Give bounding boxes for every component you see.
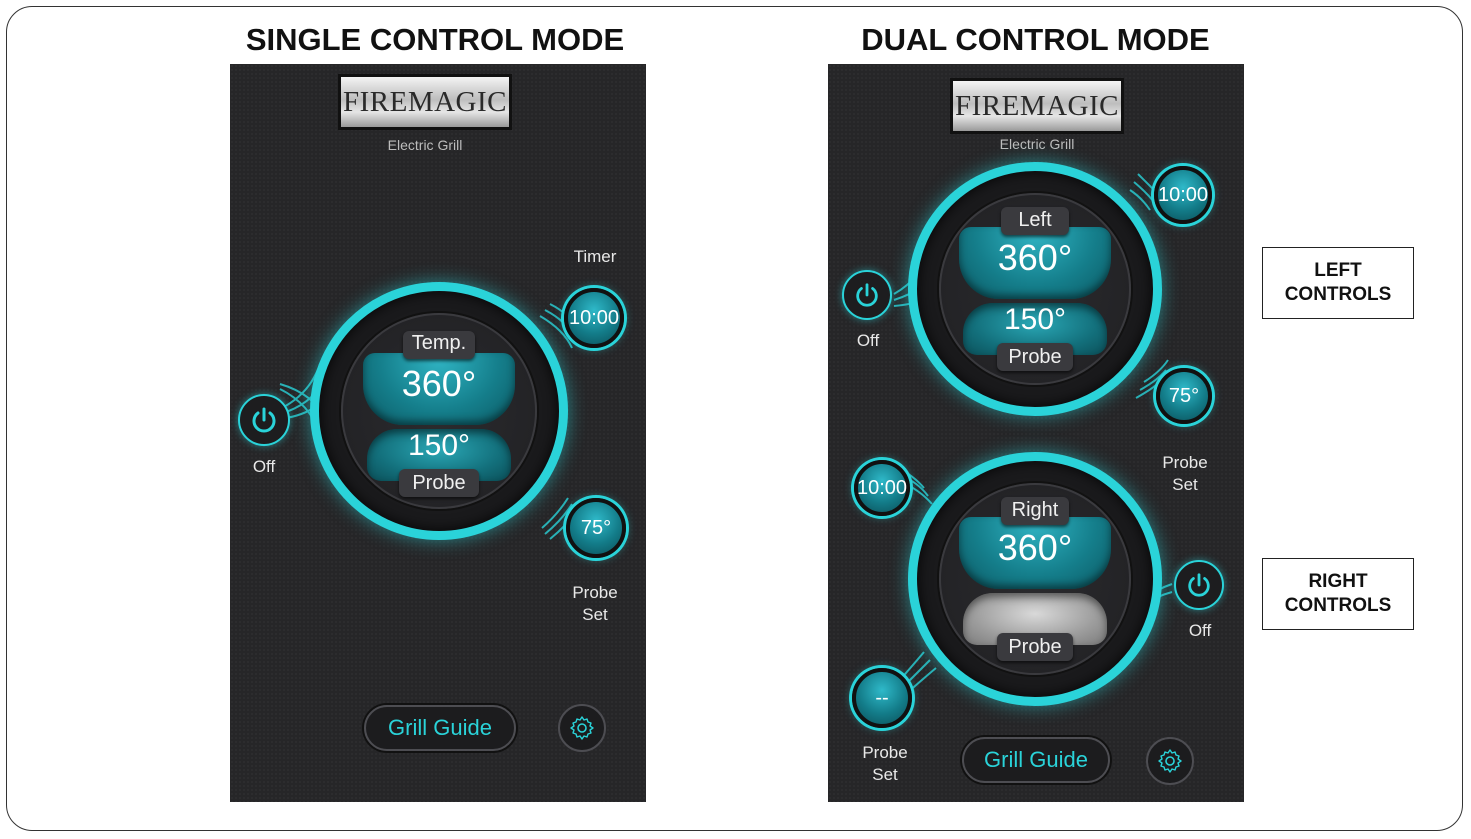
timer-button[interactable]: 10:00 bbox=[564, 288, 624, 348]
right-timer-value: 10:00 bbox=[856, 476, 908, 499]
settings-button[interactable] bbox=[558, 704, 606, 752]
right-power-label: Off bbox=[1188, 621, 1212, 640]
outer-frame bbox=[6, 6, 1463, 831]
gear-icon bbox=[1158, 749, 1182, 773]
left-probe-set-label-line2: Set bbox=[1172, 475, 1198, 494]
dial-label: Temp. bbox=[411, 332, 467, 354]
right-temperature-dial[interactable]: Right 360° Probe bbox=[908, 452, 1162, 706]
power-icon bbox=[1188, 573, 1210, 597]
left-timer-button[interactable]: 10:00 bbox=[1154, 166, 1212, 224]
right-probe-set-button[interactable]: -- bbox=[852, 668, 912, 728]
left-power-button[interactable] bbox=[842, 270, 892, 320]
probe-set-value: 75° bbox=[580, 516, 612, 539]
left-power-label: Off bbox=[856, 331, 880, 350]
single-control-screen: FIREMAGIC Electric Grill Timer 10:00 Tem… bbox=[230, 64, 646, 802]
power-label: Off bbox=[252, 457, 276, 476]
probe-set-button[interactable]: 75° bbox=[566, 498, 626, 558]
grill-guide-label: Grill Guide bbox=[984, 747, 1088, 772]
right-probe-set-label-line2: Set bbox=[872, 765, 898, 784]
left-controls-callout: LEFT CONTROLS bbox=[1262, 247, 1414, 319]
left-probe-label: Probe bbox=[1008, 346, 1062, 368]
power-button[interactable] bbox=[238, 394, 290, 446]
gear-icon bbox=[570, 716, 594, 740]
set-temperature: 360° bbox=[401, 363, 477, 404]
left-callout-line1: LEFT bbox=[1314, 260, 1362, 281]
right-probe-set-value: -- bbox=[875, 686, 889, 709]
left-callout-line2: CONTROLS bbox=[1284, 284, 1392, 305]
right-timer-button[interactable]: 10:00 bbox=[854, 460, 910, 516]
grill-guide-button[interactable]: Grill Guide bbox=[364, 705, 516, 751]
dual-control-screen: FIREMAGIC Electric Grill 10:00 Left 360°… bbox=[828, 64, 1244, 802]
right-probe-set-label-line1: Probe bbox=[862, 743, 908, 762]
probe-set-label-line1: Probe bbox=[572, 583, 618, 602]
right-power-button[interactable] bbox=[1174, 560, 1224, 610]
power-icon bbox=[856, 283, 878, 307]
power-icon bbox=[252, 407, 276, 433]
temperature-dial[interactable]: Temp. 360° 150° Probe bbox=[310, 282, 568, 540]
left-probe-temperature: 150° bbox=[1003, 303, 1067, 336]
single-mode-title: SINGLE CONTROL MODE bbox=[245, 22, 625, 57]
left-probe-set-value: 75° bbox=[1168, 384, 1200, 407]
grill-guide-button[interactable]: Grill Guide bbox=[962, 737, 1110, 783]
probe-set-label-line2: Set bbox=[582, 605, 608, 624]
right-dial-label: Right bbox=[1011, 499, 1059, 521]
left-temperature-dial[interactable]: Left 360° 150° Probe bbox=[908, 162, 1162, 416]
right-callout-line1: RIGHT bbox=[1308, 571, 1368, 592]
dual-mode-title: DUAL CONTROL MODE bbox=[861, 22, 1210, 57]
grill-guide-label: Grill Guide bbox=[388, 715, 492, 740]
probe-label: Probe bbox=[412, 472, 466, 494]
left-probe-set-label-line1: Probe bbox=[1162, 453, 1208, 472]
right-callout-line2: CONTROLS bbox=[1284, 595, 1392, 616]
probe-temperature: 150° bbox=[407, 429, 471, 462]
timer-value: 10:00 bbox=[568, 306, 620, 329]
right-probe-label: Probe bbox=[1008, 636, 1062, 658]
right-controls-callout: RIGHT CONTROLS bbox=[1262, 558, 1414, 630]
right-set-temperature: 360° bbox=[997, 527, 1073, 568]
left-set-temperature: 360° bbox=[997, 237, 1073, 278]
left-timer-value: 10:00 bbox=[1157, 183, 1209, 206]
settings-button[interactable] bbox=[1146, 737, 1194, 785]
left-dial-label: Left bbox=[1018, 209, 1052, 231]
timer-label: Timer bbox=[573, 247, 617, 266]
left-probe-set-button[interactable]: 75° bbox=[1156, 368, 1212, 424]
